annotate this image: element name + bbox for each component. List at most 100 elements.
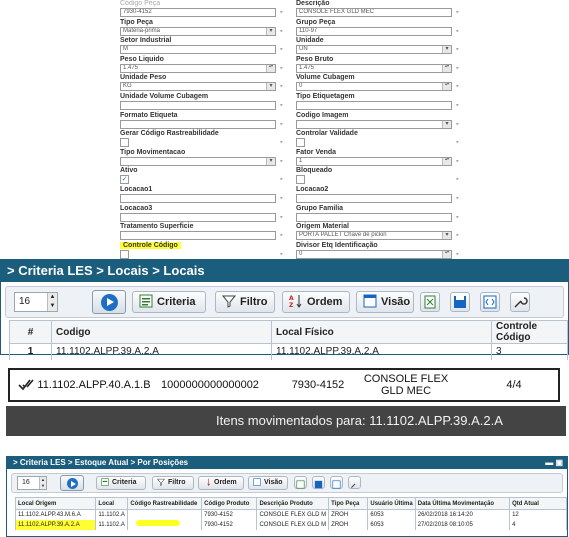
column-header[interactable]: Código Produto xyxy=(201,497,258,510)
pin-icon[interactable]: ⁍ xyxy=(280,46,283,53)
text-field[interactable]: 110-97 xyxy=(296,26,452,36)
pin-icon[interactable]: ⁍ xyxy=(280,65,283,72)
ordem-button[interactable]: A Z Ordem xyxy=(282,291,350,313)
tools-button[interactable] xyxy=(348,476,361,489)
number-stepper[interactable]: 0 xyxy=(296,82,452,92)
pin-icon[interactable]: ⁍ xyxy=(456,214,459,221)
dropdown[interactable]: Matéria-prima xyxy=(120,26,276,36)
text-field[interactable] xyxy=(296,100,452,110)
text-field[interactable] xyxy=(120,100,276,110)
table-row[interactable]: 11.1102.ALPP.39.A.2.A 11.1102.A 7930-4152 C… xyxy=(14,519,567,530)
text-field[interactable]: CONSOLE FLEX GLD MEC xyxy=(296,8,452,17)
dropdown[interactable]: KG xyxy=(120,82,276,92)
column-header[interactable]: Tipo Peça xyxy=(328,497,369,510)
text-field[interactable] xyxy=(120,231,276,241)
column-header[interactable]: Local Origem xyxy=(14,497,97,510)
field-label: Tipo Peça xyxy=(120,19,285,27)
code-button[interactable] xyxy=(330,476,343,489)
text-field[interactable]: M xyxy=(120,45,276,55)
text-field[interactable] xyxy=(120,193,276,203)
number-stepper[interactable]: 1.475 xyxy=(120,63,276,73)
column-header[interactable]: Controle Código xyxy=(491,320,568,344)
dropdown[interactable]: UN xyxy=(296,45,452,55)
pin-icon[interactable]: ⁍ xyxy=(280,158,283,165)
pin-icon[interactable]: ⁍ xyxy=(456,46,459,53)
filtro-button[interactable]: Filtro xyxy=(215,291,275,313)
pin-icon[interactable]: ⁍ xyxy=(456,65,459,72)
pin-icon[interactable]: ⁍ xyxy=(456,83,459,90)
text-field[interactable]: 7930-4152 xyxy=(120,8,276,17)
pin-icon[interactable]: ⁍ xyxy=(280,121,283,128)
column-header[interactable]: Local xyxy=(95,497,129,510)
pin-icon[interactable]: ⁍ xyxy=(280,232,283,239)
run-button[interactable] xyxy=(92,290,126,314)
number-stepper[interactable]: 0 xyxy=(296,249,452,259)
ordem-button[interactable]: Ordem xyxy=(198,476,244,490)
pin-icon[interactable]: ⁍ xyxy=(280,9,283,16)
pin-icon[interactable]: ⁍ xyxy=(456,28,459,35)
pin-icon[interactable]: ⁍ xyxy=(280,195,283,202)
column-header[interactable]: Local Físico xyxy=(271,320,492,344)
text-field[interactable] xyxy=(120,119,276,129)
export-excel-button[interactable] xyxy=(294,476,307,489)
text-field[interactable] xyxy=(296,212,452,222)
criteria-button[interactable]: Criteria xyxy=(96,476,146,490)
column-header[interactable]: Data Última Movimentação xyxy=(414,497,511,510)
pin-icon[interactable]: ⁍ xyxy=(280,251,283,258)
window-controls-icon[interactable]: ▬ ▣ xyxy=(545,457,563,469)
pin-icon[interactable]: ⁍ xyxy=(456,158,459,165)
visao-button[interactable]: Visão xyxy=(248,476,288,490)
pin-icon[interactable]: ⁍ xyxy=(280,102,283,109)
dropdown[interactable] xyxy=(120,156,276,166)
column-header[interactable]: Descrição Produto xyxy=(256,497,330,510)
pin-icon[interactable]: ⁍ xyxy=(456,139,459,146)
pin-icon[interactable]: ⁍ xyxy=(456,121,459,128)
field-label: Unidade xyxy=(296,37,461,45)
pin-icon[interactable]: ⁍ xyxy=(280,214,283,221)
field-origem-material: Origem Material PORTA PALLET Chave de pic… xyxy=(296,223,461,242)
column-header[interactable]: Código Rastreabilidade xyxy=(127,497,203,510)
save-button[interactable] xyxy=(312,476,325,489)
filtro-button[interactable]: Filtro xyxy=(152,476,194,490)
pin-icon[interactable]: ⁍ xyxy=(456,232,459,239)
pin-icon[interactable]: ⁍ xyxy=(280,83,283,90)
number-stepper[interactable]: 1.475 xyxy=(296,63,452,73)
stepper-arrows-icon[interactable]: ▲ ▼ xyxy=(47,293,57,311)
table-row[interactable]: 11.1102.ALPP.43.M.6.A 11.1102.A 7930-4152 C… xyxy=(14,509,567,520)
pin-icon[interactable]: ⁍ xyxy=(456,102,459,109)
text-field[interactable] xyxy=(120,212,276,222)
text-field[interactable] xyxy=(296,193,452,203)
page-size-stepper[interactable]: 16 ▲ ▼ xyxy=(14,292,58,312)
number-stepper[interactable]: 1 xyxy=(296,156,452,166)
pin-icon[interactable]: ⁍ xyxy=(280,139,283,146)
page-size-stepper[interactable]: 16 ▲ ▼ xyxy=(17,476,47,490)
visao-button[interactable]: Visão xyxy=(356,291,414,313)
pin-icon[interactable]: ⁍ xyxy=(456,195,459,202)
pin-icon[interactable]: ⁍ xyxy=(456,251,459,258)
pin-icon[interactable]: ⁍ xyxy=(280,28,283,35)
pin-icon[interactable]: ⁍ xyxy=(456,176,459,183)
tools-button[interactable] xyxy=(510,292,530,312)
dropdown[interactable] xyxy=(296,119,452,129)
criteria-button[interactable]: Criteria xyxy=(132,291,206,313)
export-excel-button[interactable] xyxy=(420,292,440,312)
column-header[interactable]: Codigo xyxy=(51,320,272,344)
dropdown[interactable]: PORTA PALLET Chave de pickin xyxy=(296,231,452,241)
save-button[interactable] xyxy=(450,292,470,312)
checkbox[interactable] xyxy=(296,138,305,148)
table-row[interactable]: 1 11.1102.ALPP.39.A.2.A 11.1102.ALPP.39.… xyxy=(9,343,568,360)
pin-icon[interactable]: ⁍ xyxy=(280,176,283,183)
column-header[interactable]: # xyxy=(9,320,52,344)
pin-icon[interactable]: ⁍ xyxy=(456,9,459,16)
checkbox[interactable] xyxy=(120,138,129,148)
code-button[interactable] xyxy=(480,292,500,312)
checkbox[interactable]: ✓ xyxy=(120,175,129,185)
stepper-arrows-icon[interactable]: ▲ ▼ xyxy=(39,477,46,489)
run-button[interactable] xyxy=(60,475,84,491)
checkbox[interactable] xyxy=(120,249,129,259)
column-header[interactable]: Usuário Última xyxy=(367,497,416,510)
column-header[interactable]: Qtd Atual xyxy=(509,497,567,510)
item-part-number: 7930-4152 xyxy=(291,379,345,391)
checkbox[interactable] xyxy=(296,175,305,185)
field-label: Unidade Volume Cubagem xyxy=(120,93,285,101)
